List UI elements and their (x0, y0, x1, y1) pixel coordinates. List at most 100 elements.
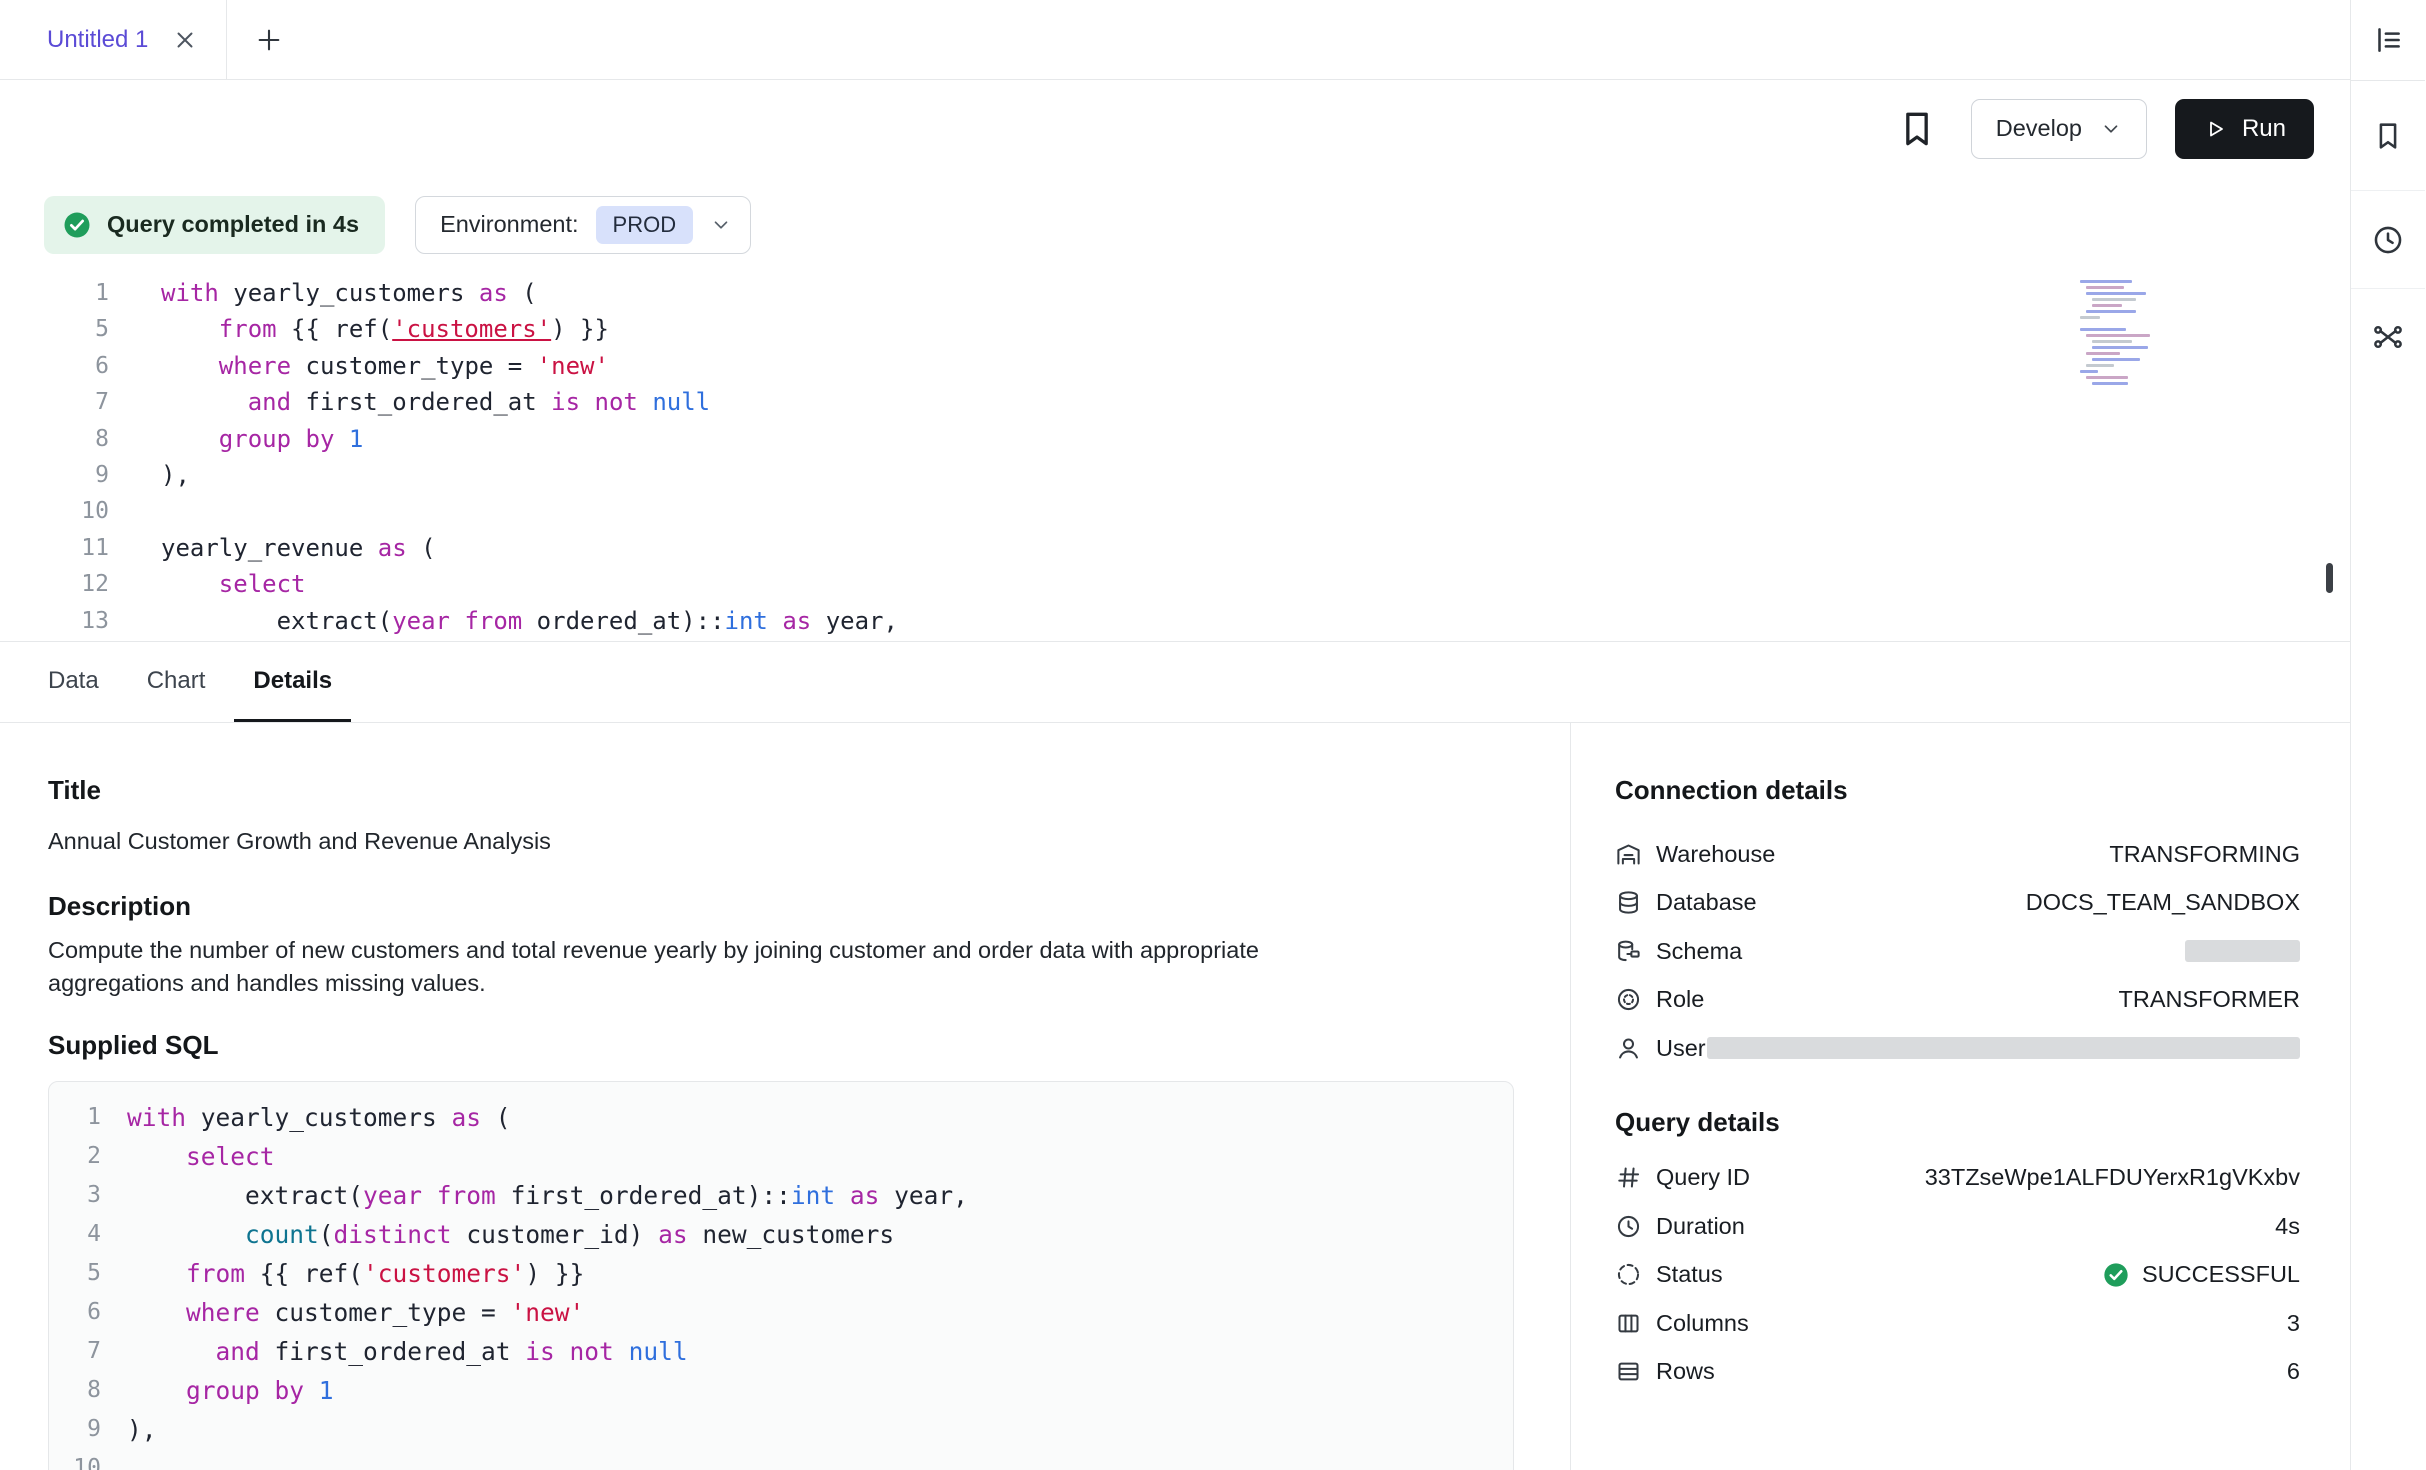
token-pl: yearly_revenue (161, 534, 378, 562)
warehouse-icon (1615, 841, 1642, 868)
line-number: 7 (49, 1332, 101, 1371)
rail-button-bookmark[interactable] (2351, 81, 2425, 191)
token-pl: yearly_customers (186, 1103, 452, 1132)
tab-chart[interactable]: Chart (128, 642, 225, 722)
tab-untitled-1[interactable]: Untitled 1 (0, 0, 227, 79)
code-text: with yearly_customers as ( (109, 275, 537, 311)
code-text: count(distinct customer_id) as new_custo… (101, 1215, 894, 1254)
minimap-line (2086, 286, 2124, 289)
query-details-heading: Query details (1615, 1107, 2300, 1138)
supplied-sql-lines: 1with yearly_customers as (2 select3 ext… (49, 1098, 1513, 1470)
title-heading: Title (48, 775, 1514, 806)
code-line: 5 from {{ ref('customers') }} (0, 311, 2350, 347)
panel-list-icon (2371, 23, 2405, 57)
rail-button-history[interactable] (2351, 191, 2425, 289)
minimap-line (2092, 298, 2136, 301)
token-kw: group by (219, 425, 335, 453)
code-text: with yearly_customers as ( (101, 1098, 511, 1137)
role-icon (1615, 986, 1642, 1013)
description-heading: Description (48, 891, 1514, 922)
token-pl: ), (161, 461, 190, 489)
detail-row-query-id: Query ID33TZseWpe1ALFDUYerxR1gVKxbv (1615, 1154, 2300, 1203)
code-text: extract(year from first_ordered_at)::int… (101, 1176, 968, 1215)
develop-dropdown[interactable]: Develop (1971, 99, 2147, 159)
plus-icon (255, 26, 283, 54)
description-value: Compute the number of new customers and … (48, 934, 1514, 1000)
connection-details-rows: WarehouseTRANSFORMINGDatabaseDOCS_TEAM_S… (1615, 830, 2300, 1073)
token-str: 'new' (537, 352, 609, 380)
environment-badge: PROD (596, 206, 694, 244)
line-number: 13 (0, 603, 109, 639)
code-text: ), (101, 1410, 157, 1449)
token-pl: year, (811, 607, 898, 635)
token-kw: with (161, 279, 219, 307)
rail-button-panel-list[interactable] (2351, 0, 2425, 81)
editor-minimap[interactable] (2080, 280, 2202, 388)
database-icon (1615, 889, 1642, 916)
token-pl (638, 388, 652, 416)
token-pl (161, 315, 219, 343)
main-column: Untitled 1 Develop Run Query completed i… (0, 0, 2350, 1470)
code-text: select (101, 1137, 275, 1176)
tab-details[interactable]: Details (234, 642, 351, 722)
detail-label: Role (1615, 986, 1704, 1013)
token-pl (450, 607, 464, 635)
detail-label-text: Columns (1656, 1310, 1749, 1337)
code-text: and first_ordered_at is not null (101, 1332, 688, 1371)
token-kw: and (216, 1337, 260, 1366)
token-lnk: 'customers' (392, 315, 551, 343)
minimap-line (2092, 340, 2132, 343)
code-line: 10 (49, 1449, 1513, 1470)
tab-data[interactable]: Data (29, 642, 118, 722)
code-text: select (109, 566, 306, 602)
detail-label: Status (1615, 1261, 1723, 1288)
code-line: 11yearly_revenue as ( (0, 530, 2350, 566)
token-pl: ), (127, 1415, 157, 1444)
develop-label: Develop (1996, 115, 2082, 142)
close-icon[interactable] (172, 27, 198, 53)
detail-label-text: Rows (1656, 1358, 1715, 1385)
run-button[interactable]: Run (2175, 99, 2314, 159)
query-status-text: Query completed in 4s (107, 211, 359, 238)
detail-label-text: Schema (1656, 938, 1742, 965)
line-number: 7 (0, 384, 109, 420)
detail-label-text: User (1656, 1035, 1706, 1062)
token-pl: ( (508, 279, 537, 307)
sql-editor[interactable]: 1with yearly_customers as (5 from {{ ref… (0, 272, 2350, 642)
code-line: 7 and first_ordered_at is not null (49, 1332, 1513, 1371)
token-pl: ordered_at):: (522, 607, 724, 635)
code-text: group by 1 (109, 421, 363, 457)
code-line: 8 group by 1 (49, 1371, 1513, 1410)
detail-value: 33TZseWpe1ALFDUYerxR1gVKxbv (1925, 1164, 2300, 1191)
code-line: 1with yearly_customers as ( (0, 275, 2350, 311)
schema-icon (1615, 938, 1642, 965)
line-number: 2 (49, 1137, 101, 1176)
supplied-sql-block: 1with yearly_customers as (2 select3 ext… (48, 1081, 1514, 1470)
result-tabs: DataChartDetails (0, 642, 2350, 723)
token-pl (614, 1337, 629, 1366)
code-line: 6 where customer_type = 'new' (49, 1293, 1513, 1332)
detail-row-columns: Columns3 (1615, 1299, 2300, 1348)
status-text: SUCCESSFUL (2142, 1261, 2300, 1288)
code-line: 5 from {{ ref('customers') }} (49, 1254, 1513, 1293)
environment-selector[interactable]: Environment: PROD (415, 196, 751, 254)
token-str: 'customers' (363, 1259, 525, 1288)
chevron-down-icon (2100, 118, 2122, 140)
editor-scrollbar[interactable] (2326, 563, 2333, 593)
bookmark-button[interactable] (1895, 107, 1939, 151)
detail-label-text: Duration (1656, 1213, 1745, 1240)
line-number: 10 (49, 1449, 101, 1470)
line-number: 3 (49, 1176, 101, 1215)
token-pl: new_customers (688, 1220, 895, 1249)
token-kw: group by (186, 1376, 304, 1405)
minimap-line (2080, 370, 2098, 373)
token-pl (768, 607, 782, 635)
new-tab-button[interactable] (227, 0, 311, 79)
minimap-line (2080, 328, 2126, 331)
rail-button-lineage[interactable] (2351, 289, 2425, 385)
detail-value (2185, 940, 2300, 962)
token-kw: is not (551, 388, 638, 416)
token-pl: yearly_customers (219, 279, 479, 307)
detail-label-text: Database (1656, 889, 1757, 916)
detail-label: Database (1615, 889, 1757, 916)
